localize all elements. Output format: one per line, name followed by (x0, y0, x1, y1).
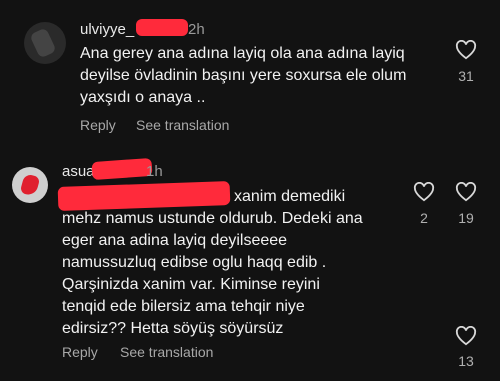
redaction-mark (91, 157, 153, 181)
comment-time: 2h (188, 21, 205, 38)
comment-time: 1h (146, 163, 163, 180)
heart-icon[interactable] (455, 40, 477, 60)
like-count: 13 (458, 353, 474, 369)
heart-icon[interactable] (455, 182, 477, 202)
reply-button[interactable]: Reply (80, 117, 116, 133)
reply-count: 2 (420, 210, 428, 226)
heart-icon[interactable] (413, 182, 435, 202)
reply-button[interactable]: Reply (62, 344, 98, 360)
comment-text: xanim demediki mehz namus ustunde olduru… (62, 188, 363, 337)
see-translation-button[interactable]: See translation (120, 344, 213, 360)
see-translation-button[interactable]: See translation (136, 117, 229, 133)
avatar[interactable] (12, 167, 48, 203)
comment-text: Ana gerey ana adına layiq ola ana adına … (80, 45, 407, 106)
avatar[interactable] (24, 22, 66, 64)
comment-username[interactable]: ulviyye_ (80, 21, 134, 38)
avatar-image (19, 173, 41, 197)
like-count: 19 (458, 210, 474, 226)
heart-icon[interactable] (455, 326, 477, 346)
comment-username[interactable]: asua (62, 163, 95, 180)
avatar-image (29, 27, 57, 59)
like-count: 31 (458, 68, 474, 84)
redaction-mark (136, 19, 188, 36)
